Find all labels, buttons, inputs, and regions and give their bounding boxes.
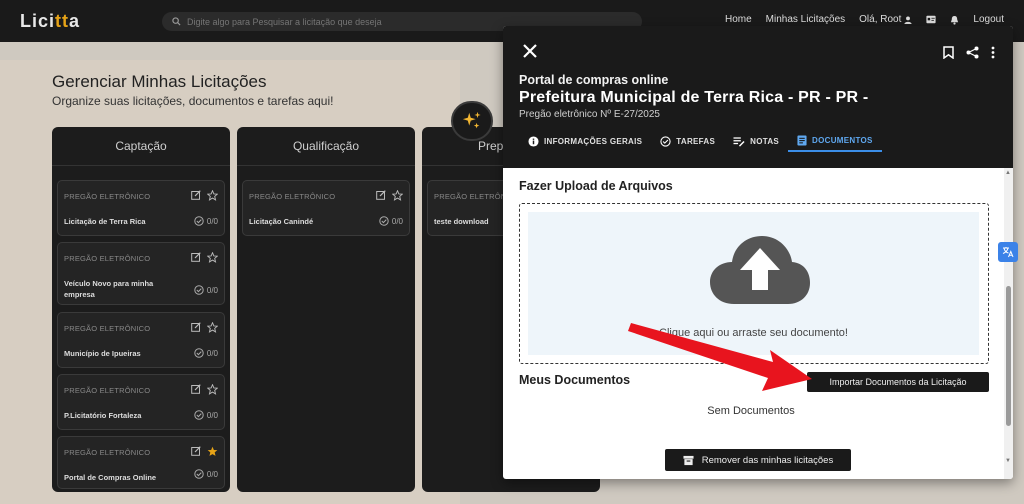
sparkle-icon [462, 111, 481, 129]
check-circle-icon [194, 285, 204, 295]
edit-icon[interactable] [191, 446, 201, 456]
card-title: Licitação Canindé [249, 217, 314, 226]
upload-dropzone[interactable]: Clique aqui ou arraste seu documento! [519, 203, 989, 364]
task-count: 0/0 [194, 285, 218, 295]
info-icon [528, 135, 539, 147]
star-icon[interactable] [207, 252, 218, 263]
task-count: 0/0 [194, 410, 218, 420]
modal-scrollbar[interactable]: ▲ ▼ [1004, 168, 1013, 479]
nav-menu: Home Minhas Licitações Olá, Root Logout [725, 14, 1004, 25]
user-menu[interactable]: Olá, Root [859, 14, 913, 25]
cloud-upload-icon [710, 236, 810, 304]
task-count: 0/0 [379, 216, 403, 226]
card-kind: PREGÃO ELETRÔNICO [64, 254, 151, 263]
bell-icon[interactable] [950, 15, 959, 25]
document-icon [797, 135, 807, 145]
column-title: Captação [52, 127, 230, 166]
card-title: Portal de Compras Online [64, 473, 157, 482]
tab-documents[interactable]: DOCUMENTOS [788, 130, 882, 152]
bid-card[interactable]: PREGÃO ELETRÔNICO Município de Ipueiras … [57, 312, 225, 368]
check-circle-icon [379, 216, 389, 226]
scroll-down-arrow[interactable]: ▼ [1005, 458, 1011, 464]
user-icon [904, 15, 913, 24]
notes-icon [733, 136, 745, 147]
card-title: Veículo Novo para minha empresa [64, 279, 154, 299]
edit-icon[interactable] [376, 190, 386, 200]
bid-detail-modal: Portal de compras online Prefeitura Muni… [503, 26, 1013, 479]
star-icon[interactable] [207, 322, 218, 333]
task-count: 0/0 [194, 348, 218, 358]
scroll-up-arrow[interactable]: ▲ [1005, 170, 1011, 176]
check-circle-icon [194, 469, 204, 479]
nav-home[interactable]: Home [725, 14, 752, 25]
more-vertical-icon[interactable] [991, 46, 995, 59]
card-kind: PREGÃO ELETRÔNICO [64, 324, 151, 333]
dropzone-hint: Clique aqui ou arraste seu documento! [659, 327, 848, 339]
edit-icon[interactable] [191, 322, 201, 332]
check-circle-icon [660, 135, 671, 147]
card-kind: PREGÃO ELETRÔNICO [64, 192, 151, 201]
close-icon[interactable] [522, 43, 538, 59]
portal-name: Portal de compras online [519, 73, 669, 87]
search-input[interactable] [187, 16, 587, 27]
check-circle-icon [194, 410, 204, 420]
translate-icon [1002, 247, 1014, 258]
edit-icon[interactable] [191, 190, 201, 200]
empty-documents-message: Sem Documentos [707, 405, 795, 417]
my-documents-title: Meus Documentos [519, 373, 631, 387]
bid-card[interactable]: PREGÃO ELETRÔNICO P.Licitatório Fortalez… [57, 374, 225, 430]
modal-tabs: INFORMAÇÕES GERAIS TAREFAS NOTAS DOCUMEN… [519, 130, 882, 152]
column-title: Qualificação [237, 127, 415, 166]
search-icon [172, 17, 181, 26]
ai-assistant-button[interactable] [451, 101, 493, 141]
star-icon[interactable] [207, 384, 218, 395]
star-filled-icon[interactable] [207, 446, 218, 457]
check-circle-icon [194, 348, 204, 358]
modal-header: Portal de compras online Prefeitura Muni… [503, 26, 1013, 168]
tab-notes[interactable]: NOTAS [724, 130, 788, 152]
star-icon[interactable] [207, 190, 218, 201]
page-subtitle: Organize suas licitações, documentos e t… [52, 94, 334, 108]
share-icon[interactable] [966, 46, 979, 59]
translate-widget-button[interactable] [998, 242, 1018, 262]
card-title: P.Licitatório Fortaleza [64, 411, 142, 420]
edit-icon[interactable] [191, 252, 201, 262]
kanban-column-qualificacao: Qualificação PREGÃO ELETRÔNICO Licitação… [237, 127, 415, 492]
card-title: Município de Ipueiras [64, 349, 141, 358]
card-title: Licitação de Terra Rica [64, 217, 146, 226]
card-kind: PREGÃO ELETRÔNICO [64, 448, 151, 457]
import-documents-button[interactable]: Importar Documentos da Licitação [807, 372, 989, 392]
process-number: Pregão eletrônico Nº E-27/2025 [519, 109, 660, 120]
kanban-column-captacao: Captação PREGÃO ELETRÔNICO Licitação de … [52, 127, 230, 492]
bookmark-icon[interactable] [943, 46, 954, 59]
archive-icon [683, 455, 694, 465]
remove-bid-button[interactable]: Remover das minhas licitações [665, 449, 851, 471]
edit-icon[interactable] [191, 384, 201, 394]
nav-my-bids[interactable]: Minhas Licitações [766, 14, 845, 25]
dropzone-area[interactable]: Clique aqui ou arraste seu documento! [528, 212, 979, 355]
bid-card[interactable]: PREGÃO ELETRÔNICO Licitação de Terra Ric… [57, 180, 225, 236]
entity-name: Prefeitura Municipal de Terra Rica - PR … [519, 89, 869, 106]
bid-card[interactable]: PREGÃO ELETRÔNICO Veículo Novo para minh… [57, 242, 225, 305]
card-kind: PREGÃO ELETRÔNICO [249, 192, 336, 201]
task-count: 0/0 [194, 469, 218, 479]
id-card-icon[interactable] [926, 15, 936, 24]
bid-card[interactable]: PREGÃO ELETRÔNICO Portal de Compras Onli… [57, 436, 225, 489]
page-title: Gerenciar Minhas Licitações [52, 72, 267, 91]
bid-card[interactable]: PREGÃO ELETRÔNICO Licitação Canindé 0/0 [242, 180, 410, 236]
scroll-thumb[interactable] [1006, 286, 1011, 426]
card-kind: PREGÃO ELETRÔNICO [64, 386, 151, 395]
tab-tasks[interactable]: TAREFAS [651, 130, 724, 152]
upload-section-title: Fazer Upload de Arquivos [519, 179, 673, 193]
user-greeting: Olá, Root [859, 14, 902, 25]
modal-body: Fazer Upload de Arquivos Clique aqui ou … [503, 168, 1013, 479]
check-circle-icon [194, 216, 204, 226]
logo[interactable]: Licitta [20, 11, 80, 32]
nav-logout[interactable]: Logout [973, 14, 1004, 25]
tab-general-info[interactable]: INFORMAÇÕES GERAIS [519, 130, 651, 152]
star-icon[interactable] [392, 190, 403, 201]
task-count: 0/0 [194, 216, 218, 226]
